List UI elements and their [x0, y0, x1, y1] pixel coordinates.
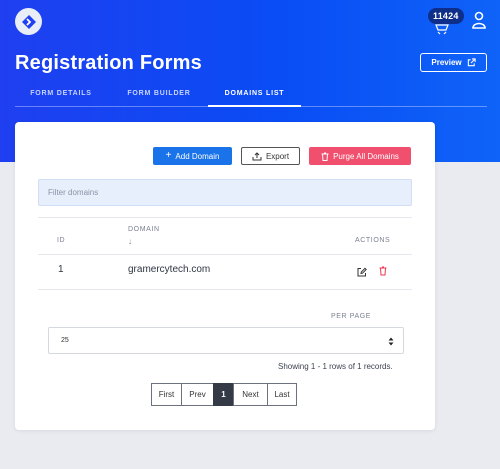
preview-button[interactable]: Preview — [420, 53, 487, 72]
add-domain-button[interactable]: + Add Domain — [153, 147, 232, 165]
page-current-button[interactable]: 1 — [213, 383, 234, 406]
per-page-value: 25 — [61, 337, 69, 344]
bell-icon[interactable] — [434, 23, 450, 35]
export-icon — [252, 151, 262, 160]
table-header-divider — [38, 254, 412, 255]
external-link-icon — [467, 58, 476, 67]
tab-domains-list[interactable]: DOMAINS LIST — [208, 88, 301, 107]
sort-arrows-icon — [388, 337, 394, 346]
column-header-domain[interactable]: DOMAIN — [128, 226, 160, 233]
sort-desc-icon[interactable]: ↓ — [128, 237, 133, 246]
tab-form-details[interactable]: FORM DETAILS — [15, 88, 107, 107]
trash-icon — [321, 152, 329, 161]
purge-all-domains-label: Purge All Domains — [333, 151, 399, 161]
page-first-button[interactable]: First — [151, 383, 182, 406]
column-header-id[interactable]: ID — [57, 237, 65, 244]
export-label: Export — [265, 151, 290, 161]
per-page-label: PER PAGE — [331, 313, 372, 320]
notification-count-badge: 11424 — [428, 8, 464, 24]
tab-form-builder[interactable]: FORM BUILDER — [115, 88, 203, 107]
user-icon[interactable] — [471, 11, 487, 29]
delete-icon[interactable] — [378, 266, 388, 276]
tab-bar: FORM DETAILS FORM BUILDER DOMAINS LIST — [15, 88, 487, 107]
table-top-divider — [38, 217, 412, 218]
purge-all-domains-button[interactable]: Purge All Domains — [309, 147, 411, 165]
row-id-cell: 1 — [58, 264, 64, 275]
pagination: First Prev 1 Next Last — [151, 383, 297, 406]
preview-button-label: Preview — [431, 58, 462, 67]
column-header-actions: ACTIONS — [355, 237, 391, 244]
page-next-button[interactable]: Next — [233, 383, 268, 406]
page-last-button[interactable]: Last — [267, 383, 297, 406]
page-prev-button[interactable]: Prev — [181, 383, 214, 406]
row-domain-cell: gramercytech.com — [128, 264, 211, 275]
per-page-select[interactable]: 25 — [48, 327, 404, 354]
page-title: Registration Forms — [15, 52, 202, 74]
plus-icon: + — [165, 150, 172, 161]
app-logo-icon[interactable] — [15, 8, 42, 35]
edit-icon[interactable] — [357, 267, 367, 277]
records-summary: Showing 1 - 1 rows of 1 records. — [278, 362, 393, 371]
add-domain-label: Add Domain — [175, 151, 220, 161]
table-bottom-divider — [38, 289, 412, 290]
filter-domains-input[interactable] — [38, 179, 412, 206]
export-button[interactable]: Export — [241, 147, 300, 165]
